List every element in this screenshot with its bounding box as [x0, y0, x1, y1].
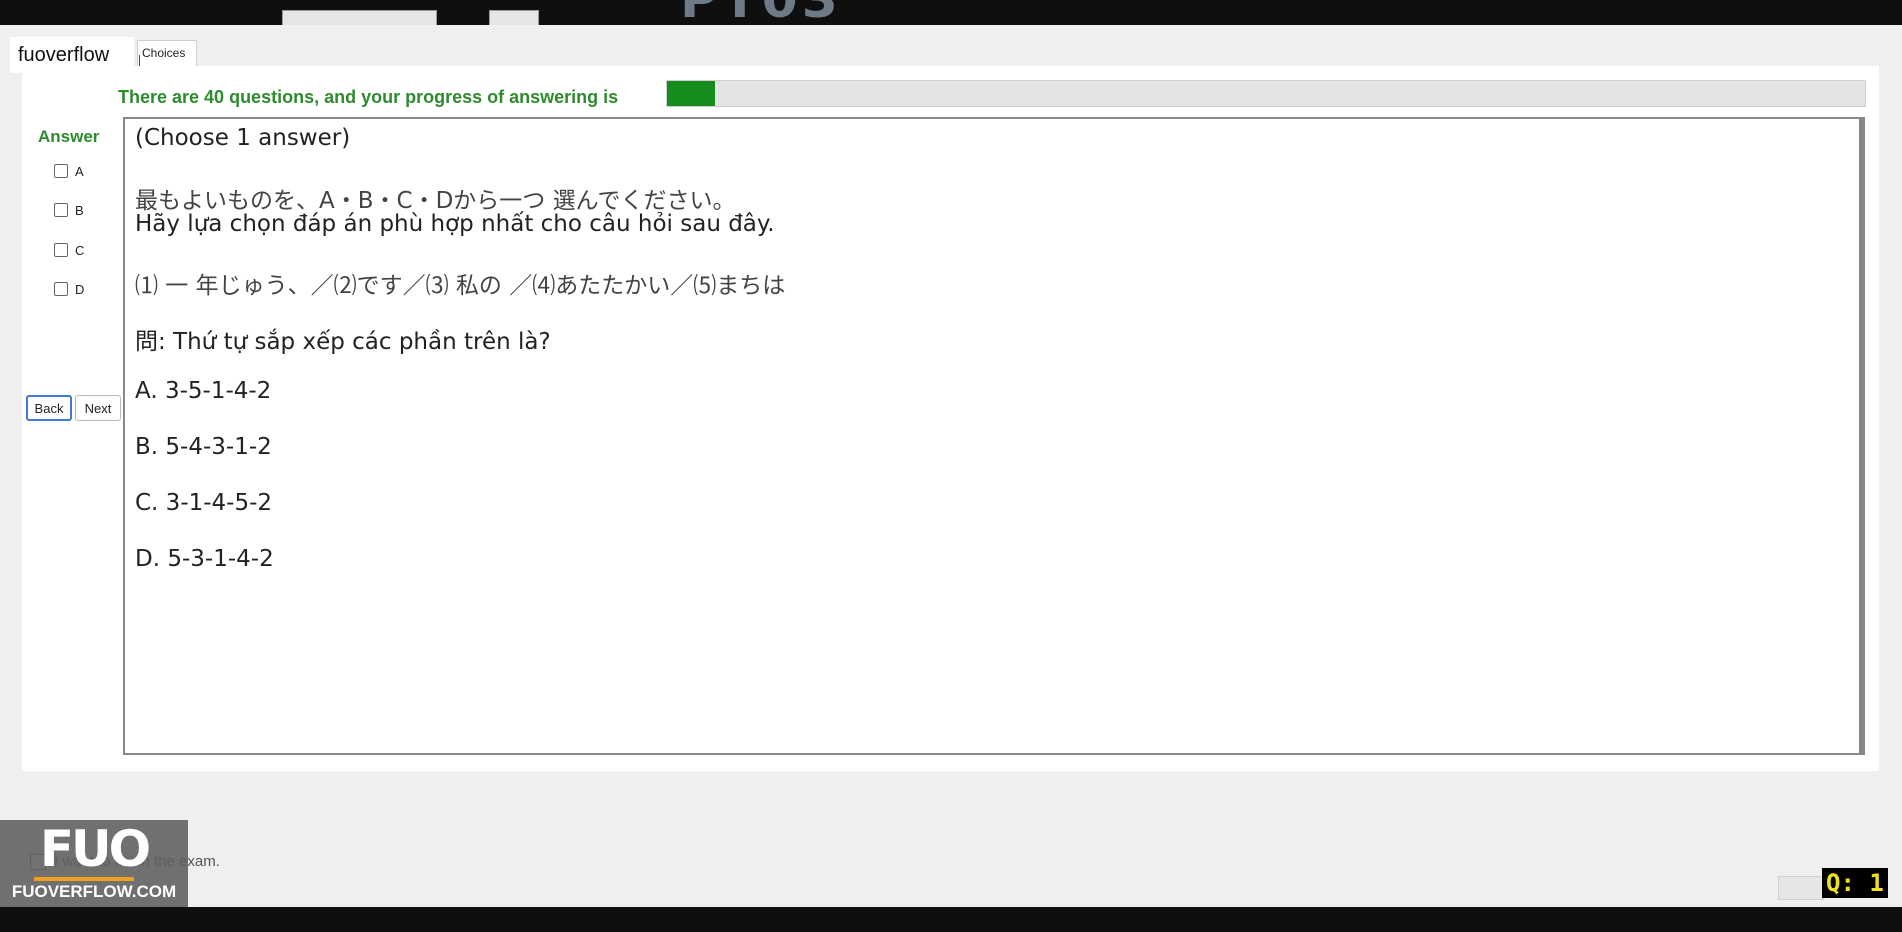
exam-code-field	[282, 10, 437, 25]
question-counter: Q: 1	[1822, 868, 1888, 898]
background-title: PT03	[680, 0, 842, 25]
question-prompt-vi: Hãy lựa chọn đáp án phù hợp nhất cho câu…	[135, 211, 775, 237]
progress-bar-fill	[667, 81, 715, 106]
answer-option-a[interactable]: A	[54, 163, 84, 179]
choice-a: A. 3-5-1-4-2	[135, 378, 272, 404]
question-ask: 問: Thứ tự sắp xếp các phần trên là?	[135, 329, 551, 355]
choice-c: C. 3-1-4-5-2	[135, 490, 273, 516]
tab-choices[interactable]: Choices	[137, 40, 197, 66]
bottom-letterbox	[0, 907, 1902, 932]
status-box	[1778, 876, 1824, 900]
checkbox-d[interactable]	[54, 282, 68, 296]
question-instruction: (Choose 1 answer)	[135, 125, 351, 151]
option-label-b: B	[75, 202, 84, 218]
answer-option-c[interactable]: C	[54, 242, 84, 258]
back-button[interactable]: Back	[26, 395, 72, 421]
option-label-c: C	[75, 242, 85, 258]
choice-d: D. 5-3-1-4-2	[135, 546, 274, 572]
question-box: (Choose 1 answer) 最もよいものを、A・B・C・Dから一つ 選ん…	[123, 117, 1865, 755]
checkbox-a[interactable]	[54, 164, 68, 178]
logo-underline	[34, 877, 134, 881]
question-fragments: ⑴ 一 年じゅう、／⑵です／⑶ 私の ／⑷あたたかい／⑸まちは	[135, 273, 786, 299]
watermark-logo: FUO FUOVERFLOW.COM	[0, 820, 188, 907]
option-label-a: A	[75, 163, 84, 179]
answer-heading: Answer	[38, 127, 100, 146]
progress-bar	[666, 80, 1866, 107]
answer-option-d[interactable]: D	[54, 281, 84, 297]
checkbox-b[interactable]	[54, 203, 68, 217]
choice-b: B. 5-4-3-1-2	[135, 434, 272, 460]
top-letterbox: PT03	[0, 0, 1902, 25]
checkbox-c[interactable]	[54, 243, 68, 257]
progress-label: There are 40 questions, and your progres…	[118, 87, 619, 107]
timer-field	[489, 10, 539, 25]
answer-option-b[interactable]: B	[54, 202, 84, 218]
logo-site: FUOVERFLOW.COM	[11, 882, 177, 901]
question-prompt-jp: 最もよいものを、A・B・C・Dから一つ 選んでください。	[135, 188, 736, 214]
option-label-d: D	[75, 281, 85, 297]
logo-mark: FUO	[39, 820, 151, 878]
next-button[interactable]: Next	[75, 395, 121, 421]
